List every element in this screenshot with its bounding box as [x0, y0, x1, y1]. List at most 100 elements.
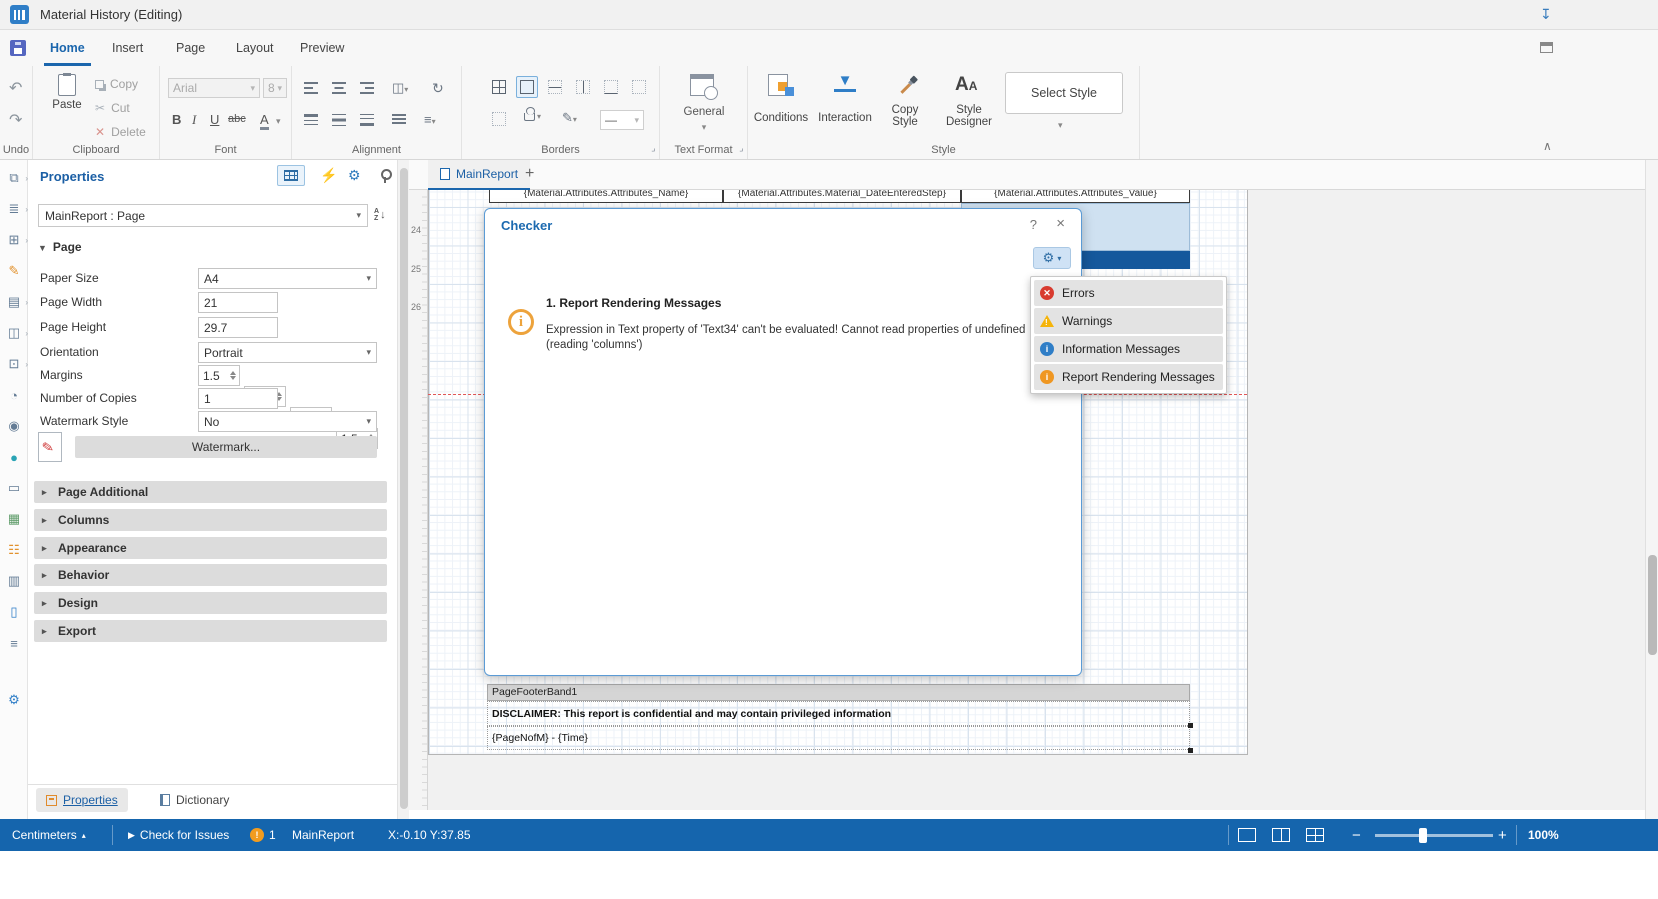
section-behavior[interactable]: ▸Behavior [34, 564, 387, 586]
border-style-button[interactable] [488, 108, 510, 130]
section-appearance[interactable]: ▸Appearance [34, 537, 387, 559]
font-color-button[interactable]: A [260, 112, 269, 130]
section-columns[interactable]: ▸Columns [34, 509, 387, 531]
watermark-style-select[interactable]: No▾ [198, 411, 377, 432]
bottom-border-button[interactable] [600, 76, 622, 98]
style-designer-button[interactable]: Style Designer [941, 104, 997, 128]
chevron-down-icon[interactable]: ▾ [276, 116, 281, 127]
menu-item-warnings[interactable]: ! Warnings [1034, 308, 1223, 334]
align-center-icon[interactable] [332, 82, 347, 94]
sort-az-icon[interactable]: AZ↓ [374, 205, 394, 225]
copy-style-button[interactable]: Copy Style [883, 104, 927, 128]
add-page-button[interactable]: + [525, 165, 534, 183]
line-spacing-icon[interactable]: ≡▾ [424, 112, 436, 127]
data-cell[interactable]: {Material.Attributes.Attributes_Name} [489, 190, 723, 203]
object-selector[interactable]: MainReport : Page▾ [38, 204, 368, 227]
save-icon[interactable] [10, 40, 26, 56]
zoom-slider[interactable] [1375, 834, 1493, 837]
selection-handle[interactable] [1188, 723, 1193, 728]
toolbox-text-box-icon[interactable]: ⊡› [0, 354, 28, 374]
page-number-text-cell[interactable]: {PageNofM} - {Time} [487, 726, 1190, 750]
selection-handle[interactable] [1188, 748, 1193, 753]
align-bottom-icon[interactable] [360, 114, 375, 126]
view-single-icon[interactable] [1238, 819, 1256, 851]
toolbox-report-pages-icon[interactable]: ⧉› [0, 168, 28, 188]
undo-icon[interactable]: ↶ [9, 78, 22, 98]
underline-button[interactable]: U [210, 112, 219, 127]
toolbox-note-icon[interactable]: ▭ [0, 478, 28, 498]
menu-item-information-messages[interactable]: i Information Messages [1034, 336, 1223, 362]
tab-mainreport[interactable]: MainReport [428, 160, 530, 190]
border-color-button[interactable]: ✎▾ [562, 110, 577, 126]
toolbox-barcode-icon[interactable]: ☷ [0, 540, 28, 560]
menu-item-errors[interactable]: ✕ Errors [1034, 280, 1223, 306]
zoom-out-button[interactable]: − [1352, 819, 1361, 851]
data-cell[interactable]: {Material.Attributes.Material_DateEntere… [723, 190, 961, 203]
gear-icon[interactable]: ⚙ [348, 167, 361, 184]
checker-filter-button[interactable]: ⚙ ▾ [1033, 247, 1071, 269]
events-lightning-icon[interactable]: ⚡ [320, 167, 337, 184]
canvas-scrollbar[interactable] [1645, 160, 1658, 819]
property-grid-button[interactable] [277, 165, 305, 186]
all-borders-button[interactable] [488, 76, 510, 98]
zoom-level[interactable]: 100% [1528, 819, 1559, 851]
align-top-icon[interactable] [304, 114, 319, 126]
inside-vertical-border-button[interactable] [572, 76, 594, 98]
align-middle-icon[interactable] [332, 114, 347, 126]
font-family-select[interactable]: Arial▾ [168, 78, 260, 98]
section-page-header[interactable]: ▼Page [38, 240, 82, 254]
italic-button[interactable]: I [192, 112, 196, 128]
orientation-select[interactable]: Portrait▾ [198, 342, 377, 363]
check-for-issues-button[interactable]: ▶ Check for Issues [128, 819, 229, 851]
tab-home[interactable]: Home [44, 30, 91, 66]
align-right-icon[interactable] [360, 82, 375, 94]
chevron-down-icon[interactable]: ▾ [1058, 120, 1063, 131]
zoom-in-button[interactable]: + [1498, 819, 1507, 851]
paper-size-select[interactable]: A4▾ [198, 268, 377, 289]
toolbox-map-icon[interactable]: ● [0, 447, 28, 467]
view-multiple-pages-icon[interactable] [1306, 819, 1324, 851]
watermark-button[interactable]: Watermark... [75, 436, 377, 458]
design-surface[interactable]: 24 25 26 {Material.Attributes.Attributes… [409, 190, 1645, 810]
menu-item-report-rendering-messages[interactable]: i Report Rendering Messages [1034, 364, 1223, 390]
properties-scrollbar[interactable] [397, 160, 409, 819]
window-restore-icon[interactable] [1540, 42, 1553, 53]
tab-layout[interactable]: Layout [230, 30, 280, 66]
toolbox-components-icon[interactable]: ▤› [0, 292, 28, 312]
toolbox-cross-bands-icon[interactable]: ⊞› [0, 230, 28, 250]
toolbox-settings-icon[interactable]: ⚙ [0, 690, 28, 710]
inside-horizontal-border-button[interactable] [544, 76, 566, 98]
section-export[interactable]: ▸Export [34, 620, 387, 642]
collapse-ribbon-icon[interactable]: ∧ [1543, 139, 1552, 153]
toolbox-shapes-icon[interactable]: ◫› [0, 323, 28, 343]
issue-count[interactable]: ! 1 [250, 819, 276, 851]
toolbox-list-icon[interactable]: ≡ [0, 633, 28, 653]
paste-button[interactable]: Paste [47, 74, 87, 111]
zoom-slider-thumb[interactable] [1419, 828, 1427, 843]
disclaimer-text-cell[interactable]: DISCLAIMER: This report is confidential … [487, 701, 1190, 726]
copies-input[interactable] [198, 388, 278, 409]
cut-button[interactable]: ✂ Cut [95, 101, 130, 115]
section-design[interactable]: ▸Design [34, 592, 387, 614]
tab-dictionary[interactable]: Dictionary [150, 788, 239, 812]
justify-icon[interactable] [392, 114, 407, 126]
scrollbar-thumb[interactable] [400, 168, 408, 809]
pin-icon[interactable] [380, 169, 390, 183]
merge-cells-icon[interactable]: ◫▾ [392, 80, 408, 96]
fill-color-button[interactable]: ▾ [524, 112, 541, 121]
toolbox-chart-icon[interactable]: ◉ [0, 416, 28, 436]
toolbox-rectangle-icon[interactable]: ▯ [0, 602, 28, 622]
general-format-button[interactable]: General [660, 106, 748, 118]
margin-left-stepper[interactable] [198, 365, 240, 386]
units-button[interactable]: Centimeters▴ [12, 819, 86, 851]
section-page-additional[interactable]: ▸Page Additional [34, 481, 387, 503]
chevron-down-icon[interactable]: ▾ [660, 122, 748, 133]
line-style-select[interactable]: —▾ [600, 110, 644, 130]
outside-borders-button[interactable] [516, 76, 538, 98]
toolbox-gauge-icon[interactable]: ◔ [0, 385, 28, 405]
download-icon[interactable]: ↧ [1540, 6, 1552, 23]
font-size-select[interactable]: 8▾ [263, 78, 287, 98]
toolbox-signature-icon[interactable]: ✎ [0, 261, 28, 281]
data-cell[interactable]: {Material.Attributes.Attributes_Value} [961, 190, 1190, 203]
page-footer-band[interactable]: PageFooterBand1 [487, 684, 1190, 701]
